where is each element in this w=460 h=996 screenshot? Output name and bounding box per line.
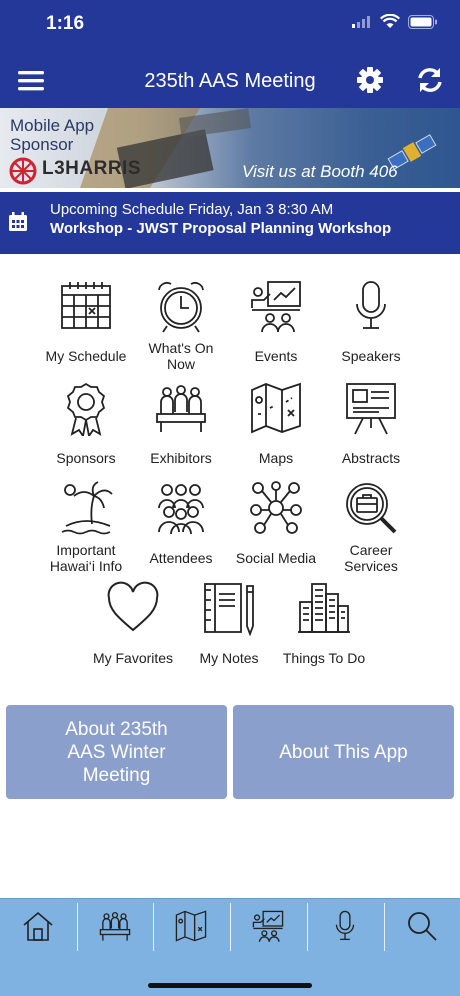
- calendar-small-icon: [9, 212, 27, 231]
- tile-attendees[interactable]: Attendees: [135, 480, 227, 566]
- tile-important-hawaii-info[interactable]: Important Hawai‘i Info: [40, 480, 132, 574]
- home-icon: [23, 911, 53, 941]
- tab-speakers[interactable]: [307, 899, 383, 953]
- notebook-icon: [204, 583, 254, 636]
- easel-board-icon: [346, 383, 396, 435]
- about-app-button[interactable]: About This App: [233, 705, 454, 799]
- l3harris-logo-icon: [9, 157, 37, 185]
- tab-exhibitors[interactable]: [77, 899, 153, 953]
- upcoming-schedule-bar[interactable]: Upcoming Schedule Friday, Jan 3 8:30 AM …: [0, 192, 460, 254]
- alarm-clock-icon: [158, 282, 204, 333]
- booth-people-icon: [156, 385, 206, 432]
- tile-label: Things To Do: [282, 650, 366, 666]
- wifi-icon: [380, 14, 400, 28]
- microphone-icon: [335, 910, 355, 941]
- booth-text: Visit us at Booth 406: [242, 162, 398, 181]
- award-ribbon-icon: [66, 382, 106, 436]
- status-icons: [352, 14, 438, 29]
- tile-events[interactable]: Events: [230, 278, 322, 364]
- map-icon: [251, 382, 301, 434]
- top-bar: 1:16 235th AAS Meeting: [0, 0, 460, 108]
- island-palm-icon: [61, 481, 113, 535]
- network-icon: [250, 481, 302, 534]
- upcoming-event-title: Workshop - JWST Proposal Planning Worksh…: [50, 220, 392, 237]
- tile-label: Exhibitors: [150, 450, 212, 466]
- microphone-icon: [356, 281, 386, 329]
- calendar-icon: [61, 282, 111, 329]
- tile-my-schedule[interactable]: My Schedule: [40, 278, 132, 364]
- tab-maps[interactable]: [153, 899, 229, 953]
- tile-label: What's On Now: [148, 340, 214, 372]
- refresh-icon[interactable]: [416, 66, 444, 94]
- tile-label: Maps: [258, 450, 294, 466]
- tile-label: Abstracts: [341, 450, 401, 466]
- tile-maps[interactable]: Maps: [230, 380, 322, 466]
- heart-icon: [107, 581, 159, 632]
- tile-things-to-do[interactable]: Things To Do: [278, 580, 370, 666]
- tile-label: Events: [254, 348, 298, 364]
- tile-career-services[interactable]: Career Services: [325, 480, 417, 574]
- tile-label: Speakers: [341, 348, 401, 364]
- map-icon: [175, 910, 207, 942]
- about-meeting-button[interactable]: About 235th AAS Winter Meeting: [6, 705, 227, 799]
- tile-label: Career Services: [344, 542, 398, 574]
- home-indicator: [148, 983, 312, 988]
- tile-exhibitors[interactable]: Exhibitors: [135, 380, 227, 466]
- tile-label: My Notes: [199, 650, 259, 666]
- tile-label: Important Hawai‘i Info: [49, 542, 123, 574]
- briefcase-search-icon: [346, 483, 397, 534]
- banner-title: Mobile App: [10, 116, 95, 135]
- presentation-icon: [251, 281, 301, 333]
- sponsor-banner[interactable]: Mobile App Sponsor L3HARRIS Visit us at …: [0, 108, 460, 188]
- tile-label: Attendees: [149, 550, 213, 566]
- tab-events[interactable]: [230, 899, 306, 953]
- city-buildings-icon: [298, 583, 350, 633]
- tab-search[interactable]: [384, 899, 460, 953]
- tile-whats-on-now[interactable]: What's On Now: [135, 278, 227, 372]
- tile-my-notes[interactable]: My Notes: [183, 580, 275, 666]
- tile-speakers[interactable]: Speakers: [325, 278, 417, 364]
- cellular-signal-icon: [352, 15, 370, 28]
- page-title: 235th AAS Meeting: [144, 70, 316, 92]
- presentation-icon: [252, 910, 284, 942]
- tab-home[interactable]: [0, 899, 76, 953]
- tile-label: My Favorites: [92, 650, 174, 666]
- tile-label: Social Media: [235, 550, 317, 566]
- upcoming-date: Upcoming Schedule Friday, Jan 3 8:30 AM: [50, 201, 334, 218]
- battery-icon: [408, 14, 437, 29]
- tile-my-favorites[interactable]: My Favorites: [87, 580, 179, 666]
- sponsor-logo-text: L3HARRIS: [42, 158, 142, 179]
- tile-label: My Schedule: [45, 348, 127, 364]
- status-time: 1:16: [46, 13, 85, 34]
- search-icon: [408, 912, 437, 941]
- tile-sponsors[interactable]: Sponsors: [40, 380, 132, 466]
- bottom-tab-bar: [0, 898, 460, 996]
- banner-subtitle: Sponsor: [10, 135, 74, 154]
- booth-people-icon: [99, 911, 131, 941]
- group-people-icon: [158, 484, 204, 535]
- tile-label: Sponsors: [56, 450, 116, 466]
- tile-social-media[interactable]: Social Media: [230, 480, 322, 566]
- tile-abstracts[interactable]: Abstracts: [325, 380, 417, 466]
- gear-icon[interactable]: [356, 66, 384, 94]
